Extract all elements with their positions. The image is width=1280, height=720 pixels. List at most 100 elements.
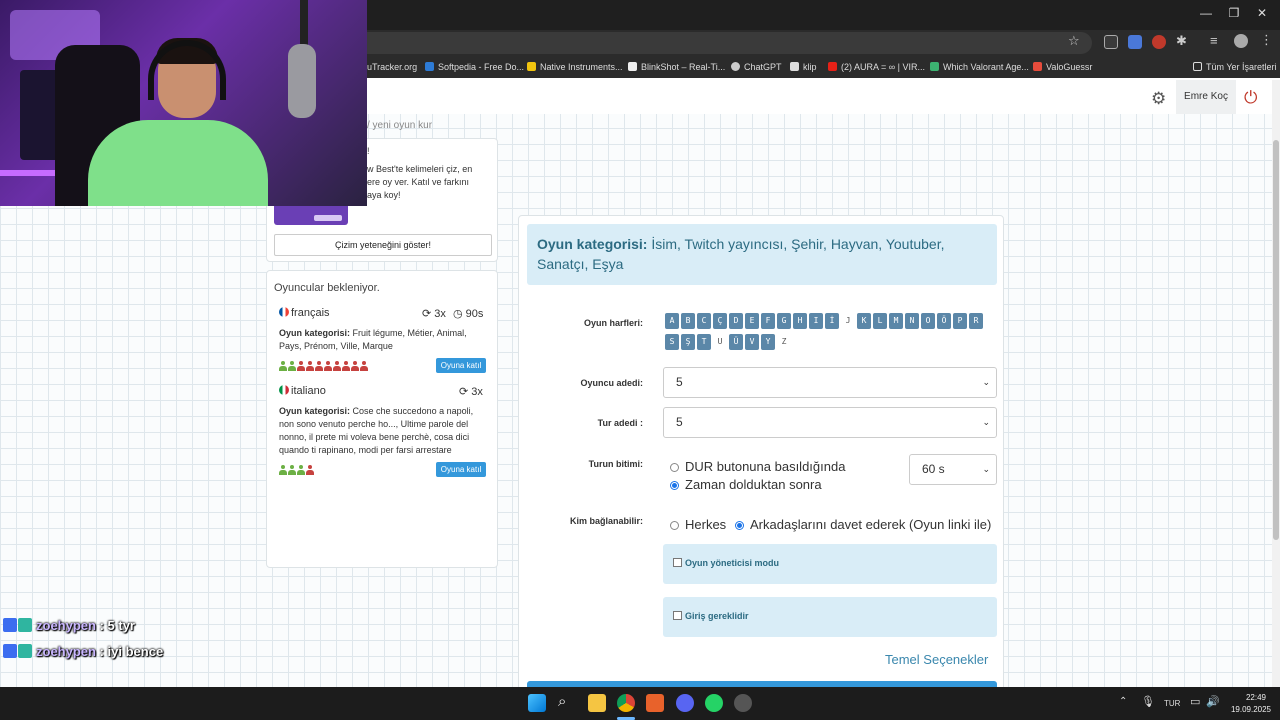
bookmark-item[interactable]: ValoGuessr	[1033, 62, 1092, 72]
letter-chip[interactable]: J	[841, 313, 855, 329]
join-room-button[interactable]: Oyuna katıl	[436, 358, 486, 373]
bookmark-item[interactable]: ChatGPT	[731, 62, 782, 72]
letter-chip[interactable]: Ü	[729, 334, 743, 350]
player-icon	[279, 465, 287, 476]
letter-chip[interactable]: T	[697, 334, 711, 350]
search-icon[interactable]: ⌕	[558, 693, 576, 711]
round-end-time-label: Zaman dolduktan sonra	[685, 477, 822, 492]
who-invite-label: Arkadaşlarını davet ederek (Oyun linki i…	[750, 517, 992, 532]
bookmark-favicon	[628, 62, 637, 71]
round-time-select[interactable]: 60 s ⌄	[909, 454, 997, 485]
letter-chip[interactable]: Ç	[713, 313, 727, 329]
player-icon	[360, 361, 368, 372]
chevron-down-icon: ⌄	[982, 417, 990, 427]
letter-chip[interactable]: O	[921, 313, 935, 329]
chevron-down-icon: ⌄	[982, 464, 990, 474]
letter-chip[interactable]: Ö	[937, 313, 951, 329]
scrollbar-thumb[interactable]	[1273, 140, 1279, 540]
letter-chip[interactable]: F	[761, 313, 775, 329]
file-explorer-icon[interactable]	[588, 694, 606, 712]
join-room-button[interactable]: Oyuna katıl	[436, 462, 486, 477]
letter-chip[interactable]: Y	[761, 334, 775, 350]
player-count-select[interactable]: 5 ⌄	[663, 367, 997, 398]
player-icon	[324, 361, 332, 372]
volume-icon[interactable]: 🔊	[1206, 695, 1220, 708]
letter-chip[interactable]: U	[713, 334, 727, 350]
network-icon[interactable]: ▭	[1190, 695, 1200, 708]
user-menu[interactable]: Emre Koç	[1176, 80, 1236, 114]
extension-icon-1[interactable]	[1104, 35, 1118, 49]
extensions-puzzle-icon[interactable]: ✱	[1176, 33, 1187, 49]
letter-chip[interactable]: M	[889, 313, 903, 329]
letter-chip[interactable]: V	[745, 334, 759, 350]
letter-chip[interactable]: I	[809, 313, 823, 329]
letter-chip[interactable]: K	[857, 313, 871, 329]
clock-time[interactable]: 22:49	[1236, 693, 1276, 702]
bookmark-item[interactable]: uTracker.org	[367, 62, 417, 72]
login-required-checkbox[interactable]	[673, 611, 682, 620]
letter-chip[interactable]: R	[969, 313, 983, 329]
letter-chip[interactable]: D	[729, 313, 743, 329]
round-end-stop-radio[interactable]	[670, 463, 679, 472]
round-end-time-radio[interactable]	[670, 481, 679, 490]
room-rounds: ⟳ 3x	[422, 308, 446, 320]
letter-chip[interactable]: G	[777, 313, 791, 329]
bookmark-item[interactable]: Which Valorant Age...	[930, 62, 1029, 72]
letter-chip[interactable]: A	[665, 313, 679, 329]
whatsapp-icon[interactable]	[705, 694, 723, 712]
media-control-icon[interactable]: ≡	[1210, 33, 1218, 48]
basic-options-link[interactable]: Temel Seçenekler	[885, 652, 988, 667]
letter-chip[interactable]: S	[665, 334, 679, 350]
browser-menu-icon[interactable]: ⋮	[1260, 32, 1273, 48]
app-icon[interactable]	[734, 694, 752, 712]
who-everyone-radio[interactable]	[670, 521, 679, 530]
admin-mode-checkbox[interactable]	[673, 558, 682, 567]
bookmark-item[interactable]: Softpedia - Free Do...	[425, 62, 524, 72]
room-language: italiano	[279, 385, 326, 397]
letter-chip[interactable]: Z	[777, 334, 791, 350]
letter-chip[interactable]: İ	[825, 313, 839, 329]
letter-chip[interactable]: C	[697, 313, 711, 329]
profile-avatar-icon[interactable]	[1234, 34, 1248, 48]
letter-chip[interactable]: Ş	[681, 334, 695, 350]
letter-chip[interactable]: H	[793, 313, 807, 329]
panel-title: Oyuncular bekleniyor.	[274, 282, 380, 294]
microphone-icon[interactable]: 🎙	[1141, 695, 1155, 708]
input-language[interactable]: TUR	[1164, 699, 1180, 708]
close-icon[interactable]: ✕	[1252, 6, 1272, 20]
letter-chip[interactable]: L	[873, 313, 887, 329]
letter-chip[interactable]: E	[745, 313, 759, 329]
webcam-mic-arm	[300, 0, 308, 46]
clock-date[interactable]: 19.09.2025	[1226, 705, 1276, 714]
player-icon	[297, 465, 305, 476]
game-categories-box: Oyun kategorisi: İsim, Twitch yayıncısı,…	[527, 224, 997, 285]
letter-chip[interactable]: B	[681, 313, 695, 329]
chrome-icon[interactable]	[617, 694, 635, 712]
bookmark-item[interactable]: BlinkShot – Real-Ti...	[628, 62, 725, 72]
minimize-icon[interactable]: —	[1196, 6, 1216, 20]
admin-mode-label: Oyun yöneticisi modu	[685, 558, 780, 568]
show-drawing-skill-button[interactable]: Çizim yeteneğini göster!	[274, 234, 492, 256]
bookmark-item[interactable]: klip	[790, 62, 817, 72]
bookmark-item[interactable]: Native Instruments...	[527, 62, 623, 72]
gear-icon[interactable]: ⚙	[1151, 89, 1166, 109]
browser-icon[interactable]	[646, 694, 664, 712]
webcam-overlay	[0, 0, 367, 206]
bookmark-item[interactable]: (2) AURA = ∞ | VIR...	[828, 62, 925, 72]
address-bar[interactable]	[330, 32, 1092, 54]
letter-chip[interactable]: P	[953, 313, 967, 329]
extension-icon-3[interactable]	[1152, 35, 1166, 49]
all-bookmarks[interactable]: Tüm Yer İşaretleri	[1193, 62, 1277, 72]
round-count-select[interactable]: 5 ⌄	[663, 407, 997, 438]
chat-message: zoehypen : 5 tyr	[3, 618, 135, 633]
start-icon[interactable]	[528, 694, 546, 712]
room-language: français	[279, 307, 330, 319]
chevron-up-icon[interactable]: ⌃	[1119, 696, 1127, 707]
maximize-icon[interactable]: ❐	[1224, 6, 1244, 20]
discord-icon[interactable]	[676, 694, 694, 712]
who-invite-radio[interactable]	[735, 521, 744, 530]
power-icon[interactable]: ⏻	[1244, 88, 1257, 108]
translate-icon[interactable]	[1128, 35, 1142, 49]
letter-chip[interactable]: N	[905, 313, 919, 329]
bookmark-star-icon[interactable]: ☆	[1068, 33, 1080, 49]
